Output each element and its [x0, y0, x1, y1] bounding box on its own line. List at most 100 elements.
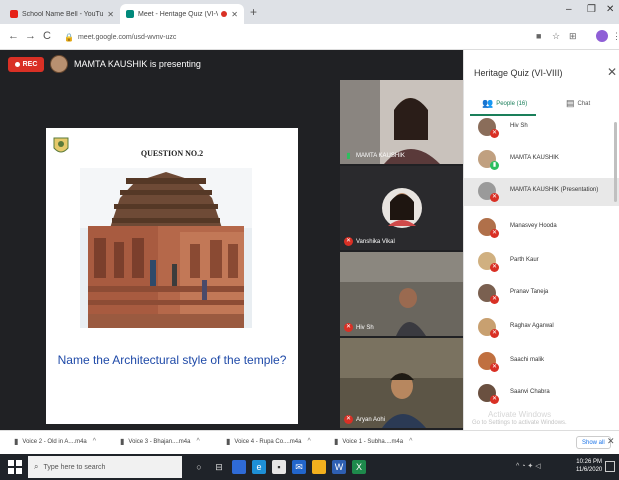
meet-favicon-icon	[126, 10, 134, 18]
profile-avatar[interactable]	[596, 30, 608, 42]
windows-start-icon[interactable]	[8, 460, 22, 474]
participant-row[interactable]: ▮ MAMTA KAUSHIK	[464, 146, 619, 174]
tab-title: School Name Bell - YouTube	[22, 10, 104, 18]
search-placeholder: Type here to search	[43, 463, 106, 471]
download-filename: Voice 3 - Bhajan....m4a	[128, 438, 191, 445]
chevron-up-icon[interactable]: ^	[196, 438, 199, 445]
mic-off-icon: ✕	[490, 363, 499, 372]
extension-icon[interactable]: ⊞	[569, 31, 577, 42]
download-filename: Voice 4 - Rupa Co....m4a	[234, 438, 302, 445]
mic-off-icon: ✕	[344, 415, 353, 424]
rec-label: REC	[22, 61, 38, 68]
show-all-button[interactable]: Show all	[576, 436, 611, 449]
edge-icon[interactable]: e	[252, 460, 266, 474]
tile-name: Aryan Aohi	[356, 417, 386, 423]
close-downloads-icon[interactable]: ✕	[607, 436, 615, 447]
participant-row[interactable]: ✕ Pranav Taneja	[464, 280, 619, 308]
browser-tab-meet[interactable]: Meet - Heritage Quiz (VI-VII) ✕	[120, 4, 244, 24]
youtube-favicon-icon	[10, 10, 18, 18]
participants-panel: Heritage Quiz (VI-VIII) ✕ 👥 People (16) …	[463, 50, 619, 430]
question-text: Name the Architectural style of the temp…	[57, 353, 287, 367]
browser-tab-youtube[interactable]: School Name Bell - YouTube ✕	[4, 4, 120, 24]
clock-time: 10:26 PM	[576, 459, 602, 465]
taskbar-search-input[interactable]: ⌕ Type here to search	[28, 456, 182, 478]
chrome-icon[interactable]	[312, 460, 326, 474]
video-tile[interactable]: ✕ Aryan Aohi	[340, 338, 463, 428]
tab-people[interactable]: 👥 People (16)	[482, 98, 527, 109]
mic-off-icon: ✕	[344, 237, 353, 246]
participant-video	[340, 338, 463, 428]
mic-off-icon: ✕	[490, 193, 499, 202]
task-view-icon[interactable]: ⊟	[212, 460, 226, 474]
participant-row[interactable]: ✕ Hiv Sh	[464, 118, 619, 142]
download-item[interactable]: ▮ Voice 4 - Rupa Co....m4a ^	[226, 437, 311, 446]
participant-name: Parth Kaur	[510, 257, 539, 263]
video-tile[interactable]: ✕ Hiv Sh	[340, 252, 463, 336]
mic-off-icon: ✕	[490, 395, 499, 404]
participant-video	[340, 80, 463, 164]
bookmark-star-icon[interactable]: ☆	[552, 31, 560, 42]
participant-name: Saachi malik	[510, 357, 545, 363]
minimize-icon[interactable]: –	[566, 4, 572, 15]
temple-photo	[80, 168, 252, 328]
tile-name: MAMTA KAUSHIK	[356, 153, 405, 159]
new-tab-icon[interactable]: +	[250, 5, 257, 19]
store-icon[interactable]: ▪	[272, 460, 286, 474]
close-panel-icon[interactable]: ✕	[607, 65, 617, 79]
audio-file-icon: ▮	[226, 437, 231, 446]
mail-icon[interactable]: ✉	[292, 460, 306, 474]
participant-name: Hiv Sh	[510, 123, 528, 129]
video-tile[interactable]: ▮ MAMTA KAUSHIK	[340, 80, 463, 164]
clock-date: 11/6/2020	[576, 467, 603, 473]
url-field[interactable]: 🔒 meet.google.com/usd-wvnv-uzc	[64, 28, 504, 46]
participant-name: MAMTA KAUSHIK (Presentation)	[510, 187, 599, 193]
recording-indicator-icon	[221, 11, 228, 17]
chevron-up-icon[interactable]: ^	[93, 438, 96, 445]
close-tab-icon[interactable]: ✕	[231, 10, 238, 19]
participant-row[interactable]: ✕ Saachi malik	[464, 348, 619, 376]
clock[interactable]: 10:26 PM 11/6/2020	[576, 458, 602, 474]
close-tab-icon[interactable]: ✕	[107, 10, 114, 19]
mic-off-icon: ✕	[490, 329, 499, 338]
participant-row[interactable]: ✕ Parth Kaur	[464, 248, 619, 276]
notifications-icon[interactable]	[605, 461, 615, 472]
camera-icon[interactable]: ■	[536, 31, 541, 41]
participant-name: MAMTA KAUSHIK	[510, 155, 559, 161]
tile-name: Hiv Sh	[356, 325, 374, 331]
window-close-icon[interactable]: ✕	[606, 4, 614, 15]
word-icon[interactable]: W	[332, 460, 346, 474]
download-item[interactable]: ▮ Voice 3 - Bhajan....m4a ^	[120, 437, 200, 446]
menu-icon[interactable]: ⋮	[612, 31, 619, 42]
participant-name: Saanvi Chabra	[510, 389, 550, 395]
reload-icon[interactable]: C	[43, 30, 51, 42]
tab-title: Meet - Heritage Quiz (VI-VII)	[138, 10, 219, 18]
download-item[interactable]: ▮ Voice 2 - Old in A....m4a ^	[14, 437, 96, 446]
participant-row[interactable]: ✕ MAMTA KAUSHIK (Presentation)	[464, 178, 619, 206]
audio-file-icon: ▮	[334, 437, 339, 446]
maximize-icon[interactable]: ❐	[587, 4, 596, 15]
audio-file-icon: ▮	[14, 437, 19, 446]
app-icon[interactable]	[232, 460, 246, 474]
participant-row[interactable]: ✕ Raghav Agarwal	[464, 314, 619, 342]
system-tray[interactable]: ^ ◔ ✦ ◁	[516, 462, 541, 470]
chevron-up-icon[interactable]: ^	[409, 438, 412, 445]
search-icon: ⌕	[34, 462, 39, 471]
excel-icon[interactable]: X	[352, 460, 366, 474]
panel-scrollbar[interactable]	[614, 122, 617, 202]
download-item[interactable]: ▮ Voice 1 - Subha....m4a ^	[334, 437, 412, 446]
forward-icon[interactable]: →	[25, 30, 36, 42]
participant-row[interactable]: ✕ Manasvey Hooda	[464, 214, 619, 242]
chevron-up-icon[interactable]: ^	[307, 438, 310, 445]
participant-list: ✕ Hiv Sh ▮ MAMTA KAUSHIK ✕ MAMTA KAUSHIK…	[464, 118, 619, 430]
presentation-slide: QUESTION NO.2 Name the Architectural sty…	[46, 128, 298, 424]
question-number: QUESTION NO.2	[140, 149, 204, 158]
participant-row[interactable]: ✕ Saanvi Chabra	[464, 380, 619, 408]
tab-people-label: People (16)	[496, 100, 528, 107]
back-icon[interactable]: ←	[8, 30, 19, 42]
participant-name: Manasvey Hooda	[510, 223, 557, 229]
video-tile[interactable]: ✕ Vanshika Vikal	[340, 166, 463, 250]
lock-icon: 🔒	[64, 32, 74, 42]
people-icon: 👥	[482, 98, 494, 108]
tab-chat[interactable]: ▤ Chat	[566, 98, 590, 109]
cortana-icon[interactable]: ○	[192, 460, 206, 474]
